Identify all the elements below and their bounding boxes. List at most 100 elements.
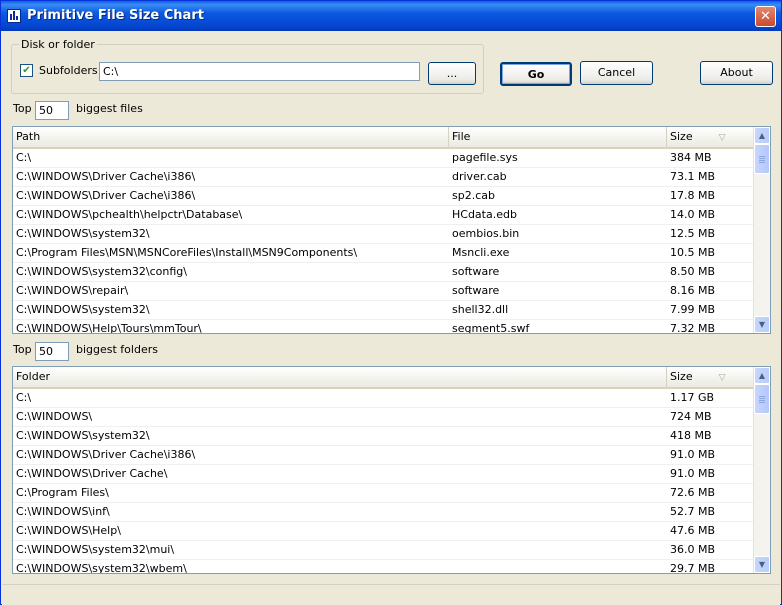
folders-listview[interactable]: Folder Size ▽ C:\ 1.17 GB C:\WINDOWS\ 724 MB… [12,366,771,574]
cell-size: 17.8 MB [670,189,716,202]
folders-scrollbar[interactable]: ▲ ▼ [753,367,770,573]
chart-app-icon [7,9,21,23]
cell-size: 384 MB [670,151,712,164]
cell-size: 724 MB [670,410,712,423]
cell-file: HCdata.edb [452,208,517,221]
subfolders-label[interactable]: Subfolders [39,64,98,77]
cell-folder: C:\WINDOWS\Driver Cache\ [16,467,168,480]
about-button[interactable]: About [700,61,773,85]
scroll-up-arrow-icon[interactable]: ▲ [754,367,770,384]
files-top-input[interactable]: 50 [35,101,69,120]
folders-col-size[interactable]: Size ▽ [667,367,755,387]
browse-button[interactable]: ... [428,62,476,85]
cell-path: C:\WINDOWS\system32\ [16,303,150,316]
cell-size: 91.0 MB [670,467,716,480]
cell-size: 36.0 MB [670,543,716,556]
status-bar [2,584,780,605]
path-input[interactable]: C:\ [99,62,420,81]
table-row[interactable]: C:\WINDOWS\Driver Cache\ 91.0 MB [13,465,755,484]
cell-file: Msncli.exe [452,246,510,259]
folders-rows: C:\ 1.17 GB C:\WINDOWS\ 724 MB C:\WINDOWS\sy… [13,389,755,574]
folders-header: Folder Size ▽ [13,367,755,389]
cell-folder: C:\WINDOWS\system32\mui\ [16,543,175,556]
cell-folder: C:\WINDOWS\system32\wbem\ [16,562,187,574]
cell-folder: C:\WINDOWS\system32\ [16,429,150,442]
scroll-down-arrow-icon[interactable]: ▼ [754,316,770,333]
files-header: Path File Size ▽ [13,127,755,149]
cell-path: C:\WINDOWS\system32\config\ [16,265,187,278]
scroll-thumb[interactable] [754,144,770,174]
cell-file: software [452,284,500,297]
cell-size: 1.17 GB [670,391,715,404]
scroll-down-arrow-icon[interactable]: ▼ [754,556,770,573]
cell-folder: C:\WINDOWS\ [16,410,93,423]
cell-size: 10.5 MB [670,246,716,259]
table-row[interactable]: C:\ 1.17 GB [13,389,755,408]
cell-path: C:\WINDOWS\pchealth\helpctr\Database\ [16,208,243,221]
table-row[interactable]: C:\WINDOWS\repair\ software 8.16 MB [13,282,755,301]
cell-size: 418 MB [670,429,712,442]
files-listview[interactable]: Path File Size ▽ C:\ pagefile.sys 384 MB C:\… [12,126,771,334]
title-bar[interactable]: Primitive File Size Chart ✕ [1,1,781,31]
cell-file: oembios.bin [452,227,520,240]
cell-path: C:\WINDOWS\Help\Tours\mmTour\ [16,322,202,334]
cell-path: C:\WINDOWS\Driver Cache\i386\ [16,170,196,183]
folders-top-label: Top [13,343,32,356]
cell-size: 72.6 MB [670,486,716,499]
table-row[interactable]: C:\WINDOWS\Driver Cache\i386\ 91.0 MB [13,446,755,465]
cell-path: C:\WINDOWS\repair\ [16,284,129,297]
table-row[interactable]: C:\WINDOWS\Help\Tours\mmTour\ segment5.sw… [13,320,755,334]
cell-size: 7.32 MB [670,322,716,334]
table-row[interactable]: C:\ pagefile.sys 384 MB [13,149,755,168]
cell-file: driver.cab [452,170,507,183]
files-col-path[interactable]: Path [13,127,449,147]
table-row[interactable]: C:\WINDOWS\ 724 MB [13,408,755,427]
table-row[interactable]: C:\WINDOWS\system32\ 418 MB [13,427,755,446]
folders-top-input[interactable]: 50 [35,342,69,361]
folders-col-folder[interactable]: Folder [13,367,667,387]
sort-arrow-icon: ▽ [718,133,726,143]
cell-path: C:\WINDOWS\system32\ [16,227,150,240]
cell-folder: C:\WINDOWS\inf\ [16,505,110,518]
cell-size: 14.0 MB [670,208,716,221]
table-row[interactable]: C:\WINDOWS\Driver Cache\i386\ sp2.cab 17.8… [13,187,755,206]
cell-path: C:\WINDOWS\Driver Cache\i386\ [16,189,196,202]
table-row[interactable]: C:\WINDOWS\system32\config\ software 8.50 … [13,263,755,282]
table-row[interactable]: C:\Program Files\MSN\MSNCoreFiles\Instal… [13,244,755,263]
cell-file: pagefile.sys [452,151,518,164]
files-top-label: Top [13,102,32,115]
table-row[interactable]: C:\WINDOWS\system32\ oembios.bin 12.5 MB [13,225,755,244]
files-col-file[interactable]: File [449,127,667,147]
go-button[interactable]: Go [500,62,572,86]
window-title: Primitive File Size Chart [27,8,204,23]
table-row[interactable]: C:\WINDOWS\pchealth\helpctr\Database\ HCd… [13,206,755,225]
table-row[interactable]: C:\Program Files\ 72.6 MB [13,484,755,503]
cell-folder: C:\Program Files\ [16,486,109,499]
cell-size: 8.50 MB [670,265,716,278]
cell-size: 47.6 MB [670,524,716,537]
table-row[interactable]: C:\WINDOWS\system32\mui\ 36.0 MB [13,541,755,560]
scroll-up-arrow-icon[interactable]: ▲ [754,127,770,144]
close-button[interactable]: ✕ [755,6,776,27]
table-row[interactable]: C:\WINDOWS\inf\ 52.7 MB [13,503,755,522]
cell-folder: C:\ [16,391,32,404]
files-col-size-label: Size [670,130,693,143]
disk-folder-group-label: Disk or folder [19,38,97,51]
table-row[interactable]: C:\WINDOWS\Help\ 47.6 MB [13,522,755,541]
cell-path: C:\Program Files\MSN\MSNCoreFiles\Instal… [16,246,358,259]
scroll-thumb[interactable] [754,384,770,414]
subfolders-checkbox[interactable]: ✔ [20,64,33,77]
cell-size: 7.99 MB [670,303,716,316]
files-suffix-label: biggest files [76,102,143,115]
files-rows: C:\ pagefile.sys 384 MB C:\WINDOWS\Driver C… [13,149,755,334]
files-scrollbar[interactable]: ▲ ▼ [753,127,770,333]
cell-file: shell32.dll [452,303,509,316]
cell-file: software [452,265,500,278]
table-row[interactable]: C:\WINDOWS\system32\wbem\ 29.7 MB [13,560,755,574]
cell-file: sp2.cab [452,189,495,202]
table-row[interactable]: C:\WINDOWS\Driver Cache\i386\ driver.cab 7… [13,168,755,187]
table-row[interactable]: C:\WINDOWS\system32\ shell32.dll 7.99 MB [13,301,755,320]
app-window: Primitive File Size Chart ✕ Disk or fold… [0,0,782,605]
cancel-button[interactable]: Cancel [580,61,653,85]
files-col-size[interactable]: Size ▽ [667,127,755,147]
